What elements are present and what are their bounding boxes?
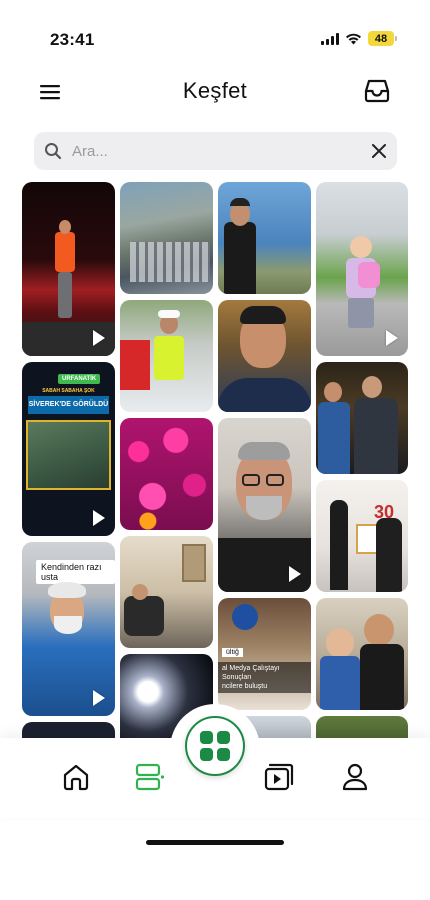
meeting-chip: ültiğ — [222, 648, 243, 657]
status-bar: 23:41 48 — [0, 0, 430, 80]
grid-icon — [200, 731, 230, 761]
video-tile-man-caption[interactable]: Kendinden razı usta — [22, 542, 115, 716]
photo-tile-flowers[interactable] — [120, 418, 213, 530]
photo-tile-trees[interactable] — [316, 716, 408, 738]
news-banner: SİVEREK'DE GÖRÜLDÜ — [28, 396, 109, 414]
status-icons: 48 — [321, 31, 397, 46]
header: Keşfet — [0, 72, 430, 112]
video-caption: Kendinden razı usta — [36, 560, 115, 584]
home-icon[interactable] — [61, 762, 91, 792]
explore-grid: URFANATİK SABAH SABAHA ŞOK SİVEREK'DE GÖ… — [22, 182, 408, 738]
status-time: 23:41 — [50, 30, 95, 49]
bottom-navigation — [0, 704, 430, 818]
play-icon — [93, 330, 105, 346]
play-icon — [93, 510, 105, 526]
search-icon — [45, 143, 62, 160]
meeting-caption: al Medya Çalıştayı Sonuçları ncilere bul… — [218, 662, 311, 694]
video-library-icon[interactable] — [264, 762, 294, 792]
profile-icon[interactable] — [340, 762, 370, 792]
inbox-icon[interactable] — [364, 78, 390, 104]
photo-tile-media-meeting[interactable]: ültiğ al Medya Çalıştayı Sonuçları ncile… — [218, 598, 311, 710]
play-icon — [386, 330, 398, 346]
photo-tile-city-aerial[interactable] — [120, 182, 213, 294]
search-bar — [34, 132, 397, 170]
photo-tile-award-handshake[interactable] — [316, 362, 408, 474]
battery-indicator: 48 — [368, 31, 397, 46]
wifi-icon — [346, 33, 361, 44]
video-tile-man-glasses[interactable] — [218, 418, 311, 592]
photo-tile-family[interactable] — [316, 598, 408, 710]
video-tile-little-girl[interactable] — [316, 182, 408, 356]
play-icon — [289, 566, 301, 582]
play-icon — [93, 690, 105, 706]
clear-icon[interactable] — [371, 143, 387, 159]
photo-tile-man-seated[interactable] — [120, 536, 213, 648]
home-indicator — [146, 840, 284, 845]
video-tile-news-siverek[interactable]: URFANATİK SABAH SABAHA ŞOK SİVEREK'DE GÖ… — [22, 362, 115, 536]
photo-tile-traffic-police[interactable] — [120, 300, 213, 412]
video-tile-partial-dark[interactable] — [22, 722, 115, 738]
video-tile-stage-performer[interactable] — [22, 182, 115, 356]
signal-icon — [321, 32, 339, 45]
search-input[interactable] — [72, 142, 371, 160]
photo-tile-certificate[interactable]: 30 — [316, 480, 408, 592]
photo-tile-man-seaside[interactable] — [218, 182, 311, 294]
explore-fab-button[interactable] — [185, 716, 245, 776]
feed-icon[interactable] — [135, 762, 165, 792]
photo-tile-man-portrait[interactable] — [218, 300, 311, 412]
news-headline: SABAH SABAHA ŞOK — [42, 388, 95, 394]
news-source-chip: URFANATİK — [58, 374, 101, 384]
